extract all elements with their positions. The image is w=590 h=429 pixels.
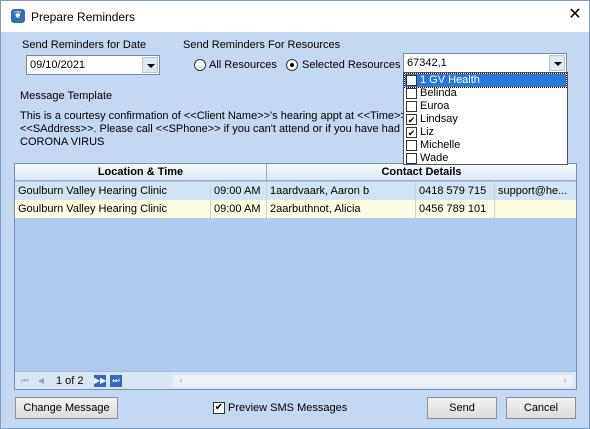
cell-time: 09:00 AM — [211, 200, 267, 218]
option-label: 1 GV Health — [420, 74, 480, 86]
option-label: Liz — [420, 126, 435, 138]
resources-combo-value: 67342,1 — [407, 57, 447, 69]
cell-time: 09:00 AM — [211, 182, 267, 200]
option-checkbox[interactable] — [406, 101, 417, 112]
option-label: Belinda — [420, 87, 457, 99]
cancel-button[interactable]: Cancel — [506, 397, 576, 419]
resource-option[interactable]: ✔ Lindsay — [405, 113, 566, 126]
change-message-button[interactable]: Change Message — [15, 397, 118, 419]
cell-email: support@he... — [498, 185, 568, 197]
cell-phone: 0456 789 101 — [416, 200, 495, 218]
option-checkbox[interactable]: ✔ — [406, 114, 417, 125]
scroll-left-icon[interactable]: ‹ — [175, 375, 187, 385]
app-icon: ❦ — [11, 9, 25, 23]
cell-email — [495, 200, 576, 218]
cell-phone: 0418 579 715 — [416, 182, 495, 200]
resources-combo[interactable]: 67342,1 — [403, 53, 567, 73]
last-page-icon[interactable]: ⏭ — [110, 375, 122, 387]
option-checkbox[interactable] — [406, 153, 417, 164]
option-checkbox[interactable]: ✔ — [406, 127, 417, 138]
resource-option[interactable]: ✔ Liz — [405, 126, 566, 139]
header-contact-details[interactable]: Contact Details — [267, 166, 576, 178]
preview-sms-checkbox[interactable]: ✔ — [213, 402, 225, 414]
date-value: 09/10/2021 — [30, 59, 86, 71]
date-picker[interactable]: 09/10/2021 — [26, 55, 160, 75]
resources-dropdown-list[interactable]: 1 GV Health Belinda Euroa ✔ Lindsay ✔ Liz … — [403, 72, 568, 165]
horizontal-scrollbar[interactable]: ‹ › — [173, 375, 573, 387]
prev-page-icon[interactable]: ◀ — [35, 375, 47, 387]
option-checkbox[interactable] — [406, 140, 417, 151]
resource-option[interactable]: Michelle — [405, 139, 566, 152]
cell-client: 1aardvaark, Aaron b — [267, 182, 416, 200]
table-row[interactable]: Goulburn Valley Hearing Clinic 09:00 AM … — [15, 200, 576, 218]
cell-client: 2aarbuthnot, Alicia — [267, 200, 416, 218]
page-indicator: 1 of 2 — [56, 375, 84, 387]
selected-resources-label[interactable]: Selected Resources — [302, 59, 400, 71]
resources-label: Send Reminders For Resources — [183, 39, 341, 51]
close-icon[interactable]: ✕ — [567, 7, 583, 23]
all-resources-radio[interactable] — [194, 59, 206, 71]
option-label: Michelle — [420, 139, 461, 151]
header-location-time[interactable]: Location & Time — [15, 166, 266, 178]
scroll-right-icon[interactable]: › — [559, 375, 571, 385]
option-checkbox[interactable] — [406, 88, 417, 99]
prepare-reminders-dialog: ❦ Prepare Reminders ✕ Send Reminders for… — [0, 0, 590, 429]
date-dropdown-button[interactable] — [142, 57, 158, 73]
selected-resources-radio[interactable] — [286, 59, 298, 71]
resource-option[interactable]: Euroa — [405, 100, 566, 113]
all-resources-label[interactable]: All Resources — [209, 59, 277, 71]
cell-location: Goulburn Valley Hearing Clinic — [15, 182, 211, 200]
option-label: Wade — [420, 152, 449, 164]
reminders-grid[interactable]: Location & Time Contact Details Goulburn… — [14, 163, 577, 390]
table-row[interactable]: Goulburn Valley Hearing Clinic 09:00 AM … — [15, 182, 576, 200]
resource-option[interactable]: Belinda — [405, 87, 566, 100]
resources-dropdown-button[interactable] — [549, 55, 565, 71]
first-page-icon[interactable]: ⏮ — [19, 375, 31, 387]
send-button[interactable]: Send — [427, 397, 497, 419]
date-label: Send Reminders for Date — [22, 39, 147, 51]
message-template-label: Message Template — [20, 90, 113, 102]
next-page-icon[interactable]: ▶▶ — [94, 375, 106, 387]
title-bar: ❦ Prepare Reminders ✕ — [1, 1, 589, 32]
grid-header: Location & Time Contact Details — [15, 164, 576, 181]
option-label: Lindsay — [420, 113, 458, 125]
resource-option[interactable]: Wade — [405, 152, 566, 165]
cell-location: Goulburn Valley Hearing Clinic — [15, 200, 211, 218]
window-title: Prepare Reminders — [31, 10, 136, 24]
preview-sms-label[interactable]: Preview SMS Messages — [228, 402, 347, 414]
option-checkbox[interactable] — [406, 75, 417, 86]
grid-pager: ⏮ ◀ 1 of 2 ▶▶ ⏭ ‹ › — [15, 371, 576, 389]
option-label: Euroa — [420, 100, 450, 112]
resource-option[interactable]: 1 GV Health — [404, 73, 567, 88]
